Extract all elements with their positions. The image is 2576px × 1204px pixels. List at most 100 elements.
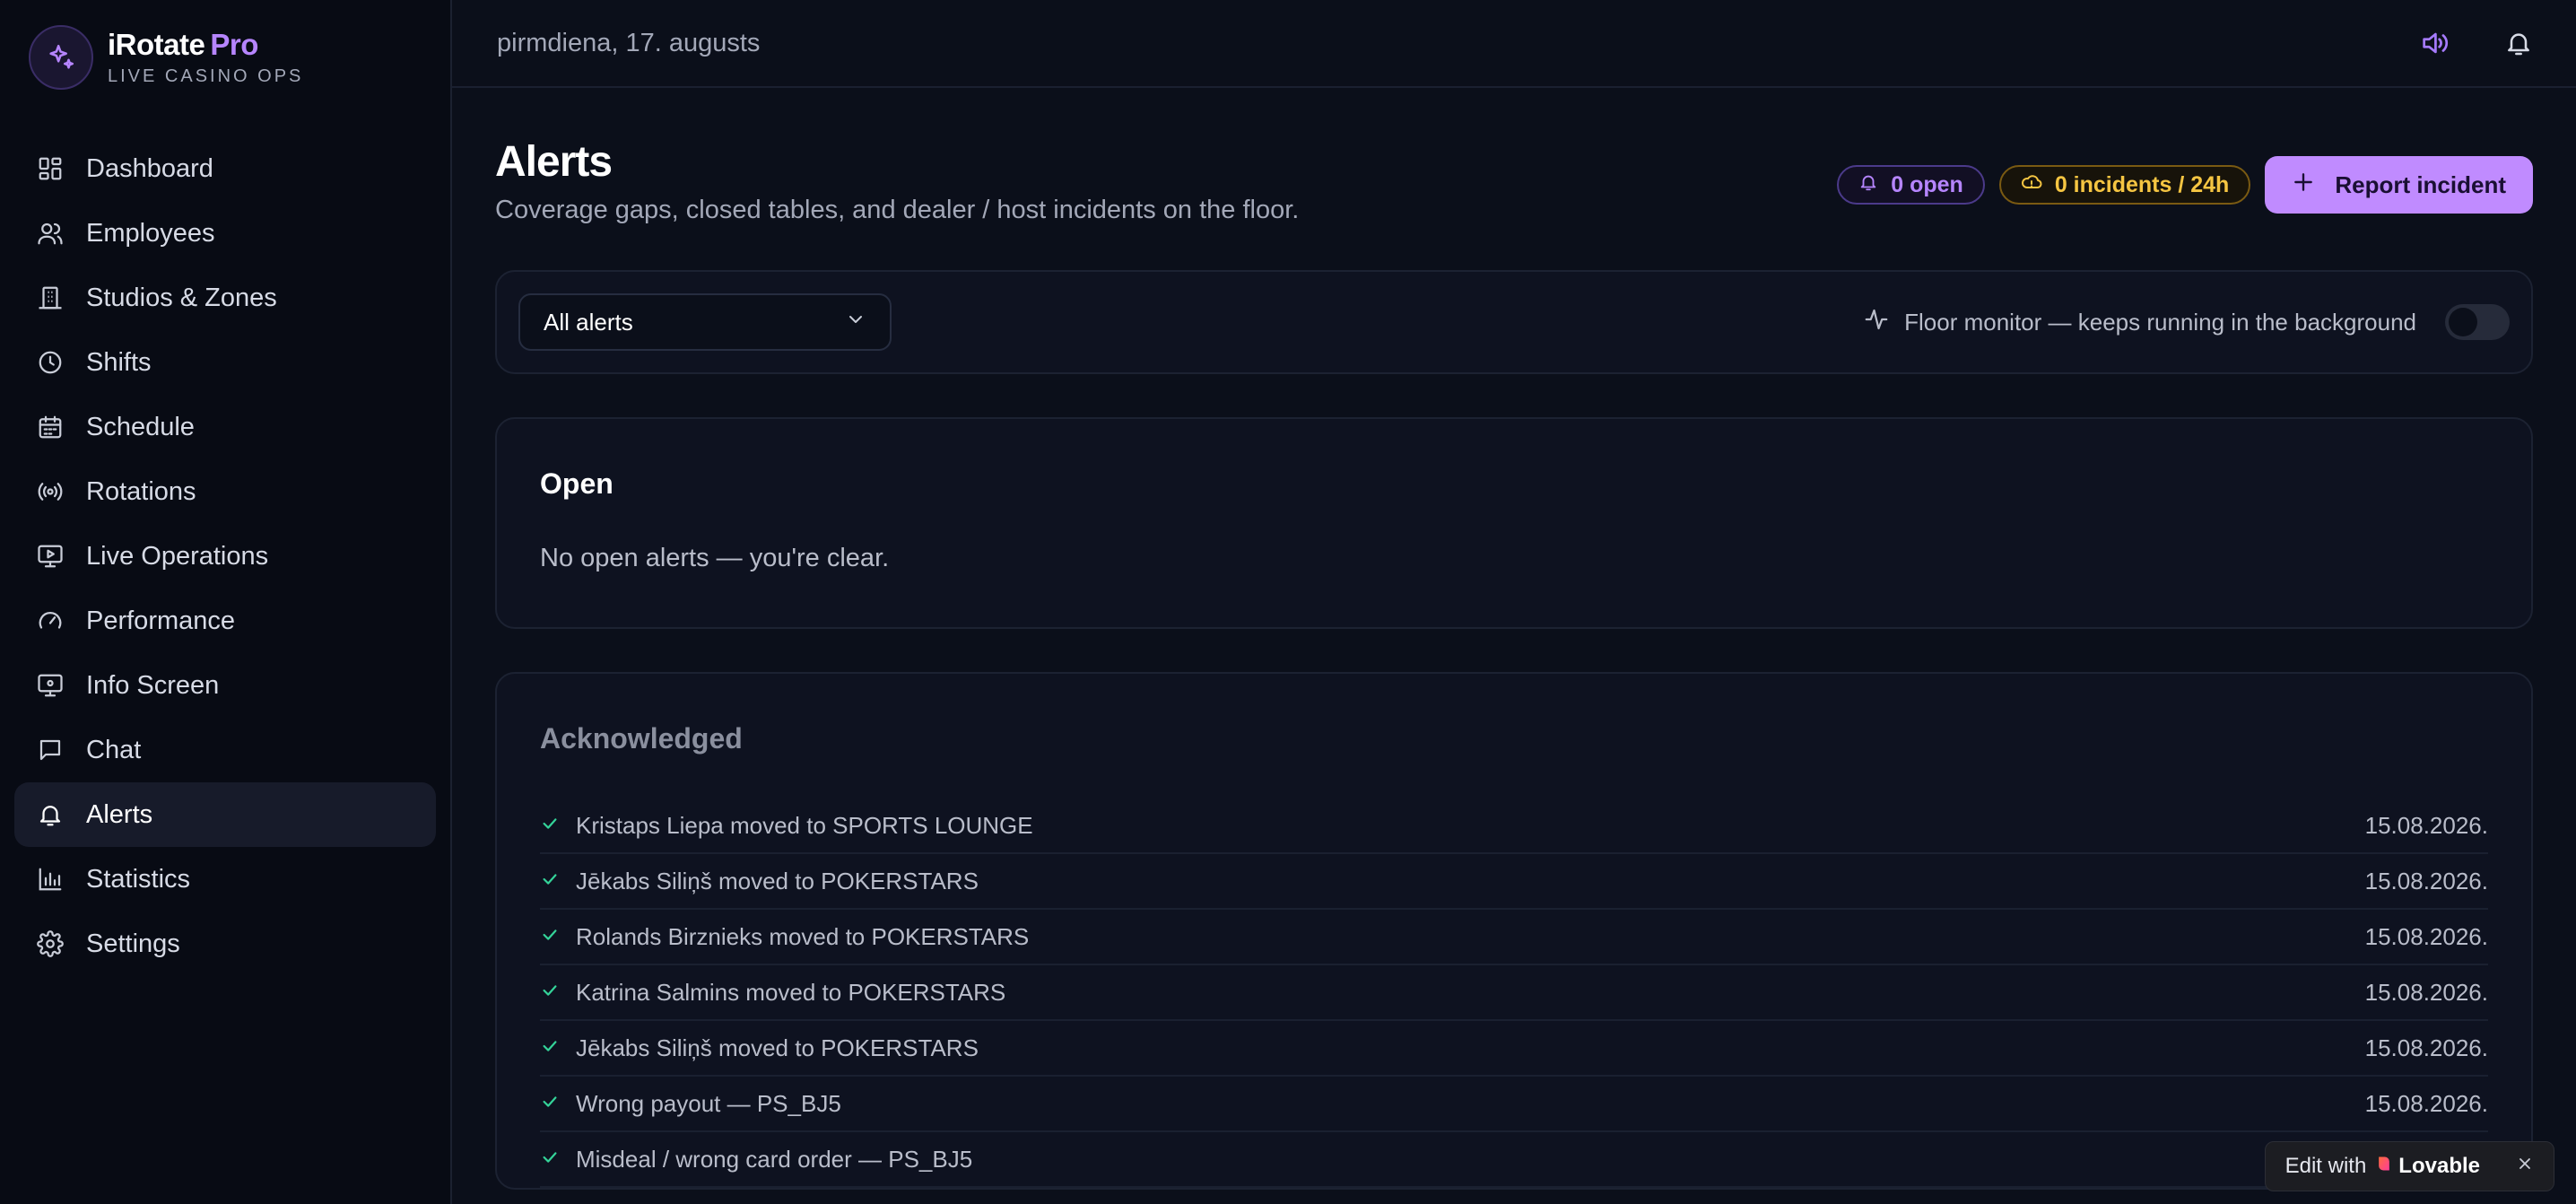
sparkles-logo-icon [29, 25, 93, 90]
acknowledged-list: Kristaps Liepa moved to SPORTS LOUNGE 15… [540, 798, 2488, 1188]
acknowledged-alerts-card: Acknowledged Kristaps Liepa moved to SPO… [495, 672, 2533, 1190]
sidebar-item-label: Chat [86, 735, 142, 764]
sidebar-item-label: Statistics [86, 864, 191, 894]
sidebar-item-schedule[interactable]: Schedule [14, 395, 436, 459]
current-date: pirmdiena, 17. augusts [497, 28, 761, 57]
edit-with-lovable-badge[interactable]: Edit with Lovable [2264, 1141, 2554, 1191]
sidebar-item-label: Performance [86, 606, 236, 635]
broadcast-icon [36, 477, 65, 506]
gear-icon [36, 929, 65, 958]
bar-chart-icon [36, 865, 65, 894]
brand-pro: Pro [210, 28, 258, 61]
sidebar-item-label: Dashboard [86, 153, 213, 183]
alert-filter-value: All alerts [544, 308, 633, 336]
clock-icon [36, 348, 65, 377]
main-content: pirmdiena, 17. augusts Alerts Coverage g… [452, 0, 2576, 1204]
sidebar-item-rotations[interactable]: Rotations [14, 459, 436, 524]
monitor-play-icon [36, 542, 65, 571]
check-icon [540, 869, 560, 894]
acknowledged-section-title: Acknowledged [540, 722, 743, 755]
floor-monitor: Floor monitor — keeps running in the bac… [1863, 304, 2510, 340]
sidebar-item-shifts[interactable]: Shifts [14, 330, 436, 395]
alert-date: 15.08.2026. [2364, 1034, 2488, 1061]
list-item: Wrong payout — PS_BJ5 15.08.2026. [540, 1077, 2488, 1132]
alerts-page: Alerts Coverage gaps, closed tables, and… [452, 88, 2576, 1190]
activity-icon [1863, 306, 1890, 339]
check-icon [540, 1147, 560, 1172]
chat-icon [36, 736, 65, 764]
alert-filter-select[interactable]: All alerts [518, 293, 892, 351]
screen-icon [36, 671, 65, 700]
brand-name: iRotate [108, 28, 205, 61]
check-icon [540, 925, 560, 949]
sidebar-item-studios-zones[interactable]: Studios & Zones [14, 266, 436, 330]
floor-monitor-toggle[interactable] [2445, 304, 2510, 340]
incidents-count-label: 0 incidents / 24h [2054, 171, 2230, 197]
open-count-badge: 0 open [1837, 165, 1985, 205]
open-empty-message: No open alerts — you're clear. [540, 544, 890, 572]
sidebar-item-label: Studios & Zones [86, 283, 277, 312]
sidebar-item-chat[interactable]: Chat [14, 718, 436, 782]
lovable-prefix: Edit with [2284, 1154, 2367, 1178]
sidebar-item-alerts[interactable]: Alerts [14, 782, 436, 847]
brand-title: iRotate Pro [108, 27, 303, 63]
check-icon [540, 1036, 560, 1060]
notifications-bell-icon[interactable] [2501, 25, 2537, 61]
chevron-down-icon [845, 309, 866, 336]
sidebar-nav: Dashboard Employees Studios & Zones Shif… [0, 136, 450, 976]
sidebar-item-info-screen[interactable]: Info Screen [14, 653, 436, 718]
alert-text: Katrina Salmins moved to POKERSTARS [576, 978, 1006, 1006]
sidebar-item-label: Schedule [86, 412, 195, 441]
alert-text: Wrong payout — PS_BJ5 [576, 1089, 841, 1117]
sidebar-item-employees[interactable]: Employees [14, 201, 436, 266]
sidebar-item-statistics[interactable]: Statistics [14, 847, 436, 912]
close-icon[interactable] [2516, 1154, 2534, 1179]
check-icon [540, 814, 560, 838]
sidebar-item-label: Shifts [86, 347, 152, 377]
dashboard-icon [36, 154, 65, 183]
check-icon [540, 981, 560, 1005]
calendar-icon [36, 413, 65, 441]
list-item: Jēkabs Siliņš moved to POKERSTARS 15.08.… [540, 1021, 2488, 1077]
open-section-title: Open [540, 467, 614, 500]
alert-text: Jēkabs Siliņš moved to POKERSTARS [576, 867, 979, 894]
brand[interactable]: iRotate Pro LIVE CASINO OPS [0, 0, 450, 90]
open-alerts-card: Open No open alerts — you're clear. [495, 417, 2533, 629]
plus-icon [2292, 170, 2315, 200]
lovable-brand-label: Lovable [2398, 1154, 2480, 1178]
bell-icon [36, 800, 65, 829]
open-count-label: 0 open [1891, 171, 1963, 197]
sidebar-item-label: Rotations [86, 476, 196, 506]
incidents-count-badge: 0 incidents / 24h [1998, 165, 2251, 205]
list-item: Jēkabs Siliņš moved to POKERSTARS 15.08.… [540, 854, 2488, 910]
alert-text: Misdeal / wrong card order — PS_BJ5 [576, 1145, 973, 1173]
sidebar-item-label: Settings [86, 929, 180, 958]
check-icon [540, 1092, 560, 1116]
sidebar-item-live-operations[interactable]: Live Operations [14, 524, 436, 589]
brand-subtitle: LIVE CASINO OPS [108, 66, 304, 86]
alert-text: Rolands Birznieks moved to POKERSTARS [576, 922, 1030, 950]
sidebar-item-dashboard[interactable]: Dashboard [14, 136, 436, 201]
report-incident-button[interactable]: Report incident [2265, 156, 2533, 214]
bell-icon [1858, 172, 1878, 198]
sidebar-item-performance[interactable]: Performance [14, 589, 436, 653]
sidebar: iRotate Pro LIVE CASINO OPS Dashboard Emp… [0, 0, 452, 1204]
speaker-icon[interactable] [2416, 25, 2452, 61]
alert-date: 15.08.2026. [2364, 922, 2488, 950]
topbar: pirmdiena, 17. augusts [452, 0, 2576, 88]
list-item: Katrina Salmins moved to POKERSTARS 15.0… [540, 965, 2488, 1021]
sidebar-item-label: Employees [86, 218, 215, 248]
floor-monitor-label: Floor monitor — keeps running in the bac… [1904, 308, 2416, 336]
lovable-heart-icon [2375, 1154, 2393, 1179]
report-incident-label: Report incident [2335, 170, 2506, 198]
sidebar-item-settings[interactable]: Settings [14, 912, 436, 976]
list-item: Kristaps Liepa moved to SPORTS LOUNGE 15… [540, 798, 2488, 854]
page-subtitle: Coverage gaps, closed tables, and dealer… [495, 196, 1300, 224]
alert-date: 15.08.2026. [2364, 867, 2488, 894]
sidebar-item-label: Info Screen [86, 670, 220, 700]
gauge-icon [36, 606, 65, 635]
alert-text: Kristaps Liepa moved to SPORTS LOUNGE [576, 811, 1033, 839]
filter-bar: All alerts Floor monitor — keeps running… [495, 270, 2533, 374]
sidebar-item-label: Alerts [86, 799, 153, 829]
list-item: Misdeal / wrong card order — PS_BJ5 [540, 1132, 2488, 1188]
